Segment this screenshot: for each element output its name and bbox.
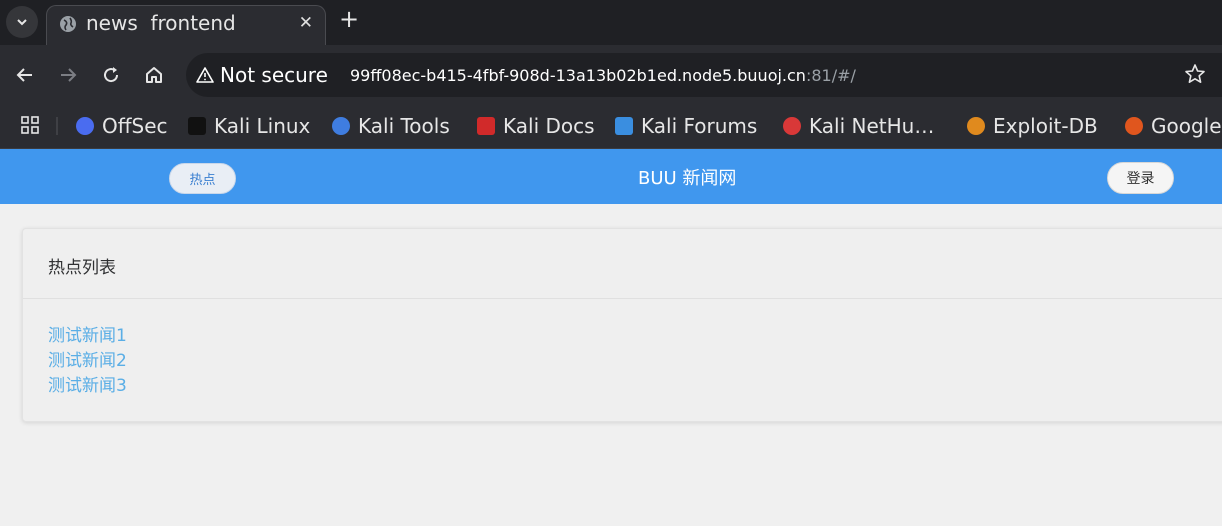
kali-tools-icon — [332, 117, 350, 135]
url-host: 99ff08ec-b415-4fbf-908d-13a13b02b1ed.nod… — [350, 66, 806, 85]
bookmarks-separator — [56, 117, 58, 135]
bookmark-label: Kali Docs — [503, 114, 595, 138]
forward-button[interactable] — [56, 63, 80, 87]
security-label: Not secure — [220, 63, 328, 87]
bookmark-label: Kali Linux — [214, 114, 311, 138]
kali-dragon-icon — [188, 117, 206, 135]
reload-icon — [104, 67, 119, 83]
hot-list-card: 热点列表 测试新闻1 测试新闻2 测试新闻3 — [22, 228, 1222, 422]
google-hacking-icon — [1125, 117, 1143, 135]
exploit-db-icon — [967, 117, 985, 135]
news-link[interactable]: 测试新闻2 — [48, 349, 127, 374]
card-header: 热点列表 — [23, 229, 1222, 299]
kali-docs-icon — [477, 117, 495, 135]
globe-icon — [60, 16, 76, 32]
bookmark-label: Kali Forums — [641, 114, 758, 138]
kali-forums-icon — [615, 117, 633, 135]
site-brand: BUU 新闻网 — [638, 168, 737, 189]
apps-grid-icon[interactable] — [20, 115, 40, 135]
tab-strip: news frontend ✕ + — [0, 0, 1222, 46]
active-tab[interactable]: news frontend ✕ — [46, 5, 326, 46]
bookmark-google[interactable]: Google — [1125, 112, 1222, 140]
bookmarks-bar: OffSec Kali Linux Kali Tools Kali Docs K… — [0, 103, 1222, 149]
url-path: :81/#/ — [805, 66, 856, 85]
close-tab-icon[interactable]: ✕ — [299, 13, 313, 33]
url-text[interactable]: 99ff08ec-b415-4fbf-908d-13a13b02b1ed.nod… — [350, 66, 856, 85]
warning-icon — [196, 67, 214, 83]
tab-title: news frontend — [86, 11, 236, 35]
bookmark-kali-forums[interactable]: Kali Forums — [615, 112, 757, 140]
bookmark-offsec[interactable]: OffSec — [76, 112, 168, 140]
hot-button[interactable]: 热点 — [169, 163, 236, 194]
arrow-left-icon — [16, 68, 32, 82]
back-button[interactable] — [13, 63, 37, 87]
home-icon — [146, 67, 162, 83]
address-bar[interactable]: Not secure 99ff08ec-b415-4fbf-908d-13a13… — [186, 53, 1222, 97]
browser-toolbar: Not secure 99ff08ec-b415-4fbf-908d-13a13… — [0, 45, 1222, 103]
bookmark-kali-nethunter[interactable]: Kali NetHu… — [783, 112, 934, 140]
home-button[interactable] — [142, 63, 166, 87]
tab-search-button[interactable] — [6, 6, 38, 38]
reload-button[interactable] — [99, 63, 123, 87]
bookmark-label: Google — [1151, 114, 1222, 138]
news-list: 测试新闻1 测试新闻2 测试新闻3 — [48, 324, 127, 399]
bookmark-kali-linux[interactable]: Kali Linux — [188, 112, 310, 140]
new-tab-button[interactable]: + — [336, 7, 362, 33]
security-indicator[interactable]: Not secure — [196, 60, 328, 90]
chevron-down-icon — [17, 19, 27, 26]
kali-nethunter-icon — [783, 117, 801, 135]
bookmark-label: Exploit-DB — [993, 114, 1098, 138]
offsec-icon — [76, 117, 94, 135]
bookmark-label: Kali NetHu… — [809, 114, 935, 138]
browser-chrome: news frontend ✕ + Not secure 99ff08ec-b4… — [0, 0, 1222, 149]
news-link[interactable]: 测试新闻3 — [48, 374, 127, 399]
arrow-right-icon — [61, 68, 77, 82]
star-icon[interactable] — [1184, 63, 1206, 85]
site-navbar: 热点 BUU 新闻网 登录 — [0, 149, 1222, 204]
bookmark-label: OffSec — [102, 114, 168, 138]
bookmark-kali-tools[interactable]: Kali Tools — [332, 112, 450, 140]
bookmark-label: Kali Tools — [358, 114, 450, 138]
card-title: 热点列表 — [48, 258, 116, 278]
news-link[interactable]: 测试新闻1 — [48, 324, 127, 349]
bookmark-kali-docs[interactable]: Kali Docs — [477, 112, 595, 140]
bookmark-exploit-db[interactable]: Exploit-DB — [967, 112, 1098, 140]
login-button[interactable]: 登录 — [1107, 162, 1174, 194]
